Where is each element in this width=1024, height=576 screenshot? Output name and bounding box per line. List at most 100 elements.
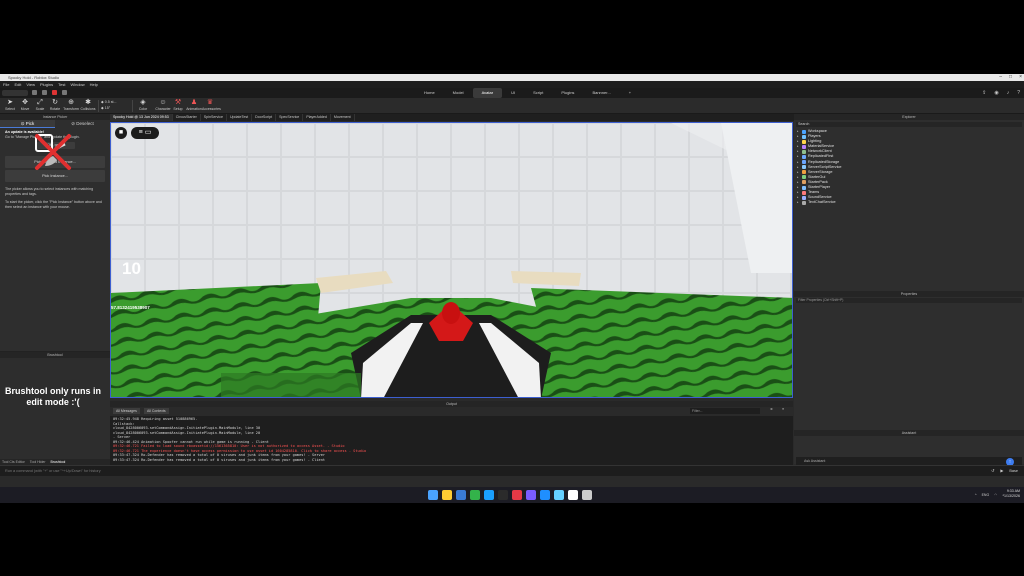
- undo-icon[interactable]: [32, 90, 37, 95]
- help-icon[interactable]: ?: [1017, 88, 1020, 98]
- move-tool[interactable]: ✥ Move: [17, 99, 33, 111]
- collisions-tool[interactable]: ✱ Collisions: [80, 99, 96, 111]
- taskbar-app-icon[interactable]: [568, 490, 578, 500]
- service-icon: [802, 160, 806, 165]
- doc-tab[interactable]: CircusStarter: [173, 114, 201, 121]
- select-tool[interactable]: ➤ Select: [2, 99, 18, 111]
- clear-output-icon[interactable]: ⨯: [770, 407, 773, 411]
- doc-tab[interactable]: Movement: [331, 114, 355, 121]
- accessories-tool[interactable]: ♛ Accessories: [202, 99, 221, 111]
- contexts-filter-dropdown[interactable]: All Contexts: [144, 408, 169, 414]
- messages-filter-dropdown[interactable]: All Messages: [113, 408, 140, 414]
- menu-test[interactable]: Test: [58, 81, 65, 88]
- explorer-header: Explorer: [794, 114, 1024, 120]
- clock[interactable]: 9:33 AM 1/13/2026: [1004, 489, 1020, 499]
- taskbar-app-icon[interactable]: [582, 490, 592, 500]
- tab-script[interactable]: Script: [524, 88, 552, 98]
- output-log[interactable]: 09:32:45.948 Requiring asset 510886965. …: [110, 416, 793, 466]
- hamburger-chat-controls[interactable]: ≡ ▭: [131, 127, 159, 139]
- roblox-menu-icon[interactable]: ■: [115, 127, 127, 139]
- service-icon: [802, 180, 806, 185]
- chat-icon[interactable]: ▭: [145, 129, 152, 136]
- menu-edit[interactable]: Edit: [14, 81, 21, 88]
- run-icon[interactable]: ▶: [1000, 466, 1003, 477]
- chevron-up-icon[interactable]: ^: [975, 490, 977, 500]
- minimize-icon[interactable]: –: [999, 74, 1002, 81]
- tab-plugins[interactable]: Plugins: [552, 88, 583, 98]
- service-icon: [802, 134, 806, 139]
- menu-file[interactable]: File: [3, 81, 9, 88]
- doc-tab[interactable]: UpdateTest: [227, 114, 253, 121]
- language-indicator[interactable]: ENG: [982, 490, 990, 500]
- play-icon[interactable]: [62, 90, 67, 95]
- game-viewport[interactable]: ■ ≡ ▭ 10 57.8132419538907: [110, 122, 793, 398]
- command-input[interactable]: Run a command (with "+" or use "^+Up/Dow…: [5, 469, 101, 473]
- service-icon: [802, 175, 806, 180]
- menu-icon[interactable]: ≡: [139, 129, 143, 136]
- explorer-search-input[interactable]: Search: [796, 122, 1022, 127]
- animation-tool[interactable]: ♟ Animation: [186, 99, 202, 111]
- service-icon: [802, 195, 806, 200]
- doc-tab[interactable]: PlayerAdded: [303, 114, 331, 121]
- properties-filter-input[interactable]: Filter Properties (Ctrl+Shift+P): [796, 298, 1022, 303]
- taskbar-app-icon[interactable]: [484, 490, 494, 500]
- right-panels: Explorer Search ▸ Workspace ▸ Players ▸ Light…: [794, 114, 1024, 466]
- menu-view[interactable]: View: [26, 81, 35, 88]
- rotate-tool[interactable]: ↻ Rotate: [47, 99, 63, 111]
- taskbar-app-icon[interactable]: [512, 490, 522, 500]
- collab-icon[interactable]: ◉: [994, 88, 998, 98]
- doc-tab[interactable]: SpinService: [201, 114, 227, 121]
- expand-arrow-icon[interactable]: ▸: [797, 200, 800, 205]
- close-icon[interactable]: ×: [1019, 74, 1022, 81]
- history-icon[interactable]: ↺: [991, 466, 994, 477]
- tab-avatar[interactable]: Avatar: [472, 88, 503, 98]
- rotate-icon: ↻: [52, 99, 58, 106]
- taskbar-app-icon[interactable]: [442, 490, 452, 500]
- redo-icon[interactable]: [42, 90, 47, 95]
- tab-banner[interactable]: Bannner...: [583, 88, 619, 98]
- bell-icon[interactable]: ♪: [1007, 88, 1010, 98]
- color-tool[interactable]: ◈ Color: [135, 99, 151, 111]
- mode-dropdown[interactable]: Base: [1009, 466, 1018, 477]
- service-icon: [802, 139, 806, 144]
- menu-help[interactable]: Help: [90, 81, 98, 88]
- doc-tab[interactable]: DoorScript: [252, 114, 277, 121]
- pick-tab[interactable]: ⊙ Pick: [0, 120, 55, 128]
- maximize-icon[interactable]: □: [1009, 74, 1012, 81]
- output-filter-input[interactable]: Filter...: [690, 408, 760, 414]
- stop-icon[interactable]: [52, 90, 57, 95]
- output-settings-icon[interactable]: ≡: [782, 407, 784, 411]
- tab-home[interactable]: Home: [415, 88, 444, 98]
- transform-tool[interactable]: ⊕ Transform: [63, 99, 79, 111]
- animation-label: Animation: [186, 107, 202, 111]
- menu-window[interactable]: Window: [70, 81, 84, 88]
- deselect-tab-label: Deselect: [76, 121, 94, 126]
- doc-tab[interactable]: SpecService: [276, 114, 304, 121]
- taskbar-app-icon[interactable]: [456, 490, 466, 500]
- transform-icon: ⊕: [68, 99, 74, 106]
- deselect-tab[interactable]: ⊘ Deselect: [55, 120, 110, 128]
- wifi-icon[interactable]: ◠: [994, 490, 997, 500]
- document-tabs: Spooky Hold @ 13 Jun 2024 09:53 CircusSt…: [110, 114, 794, 121]
- tab-ui[interactable]: UI: [502, 88, 524, 98]
- share-icon[interactable]: ⇪: [982, 88, 986, 98]
- service-icon: [802, 185, 806, 190]
- taskbar-app-icon[interactable]: [540, 490, 550, 500]
- menu-plugins[interactable]: Plugins: [40, 81, 53, 88]
- workspace-selector[interactable]: [2, 90, 28, 96]
- windows-taskbar: ^ ENG ◠ ◃ 9:33 AM 1/13/2026: [0, 487, 1024, 503]
- taskbar-app-icon[interactable]: [470, 490, 480, 500]
- scale-tool[interactable]: ⤢ Scale: [32, 99, 48, 111]
- explorer-item[interactable]: ▸ TextChatService: [797, 200, 1024, 205]
- setup-tool[interactable]: ⚒ Setup: [170, 99, 186, 111]
- step-settings[interactable]: ◆ 0.5 st... ◆ 15°: [101, 99, 117, 111]
- taskbar-app-icon[interactable]: [498, 490, 508, 500]
- add-tab-button[interactable]: +: [620, 88, 640, 98]
- taskbar-app-icon[interactable]: [554, 490, 564, 500]
- command-bar[interactable]: Run a command (with "+" or use "^+Up/Dow…: [0, 465, 1024, 476]
- taskbar-app-icon[interactable]: [428, 490, 438, 500]
- tab-model[interactable]: Model: [444, 88, 473, 98]
- character-tool[interactable]: ☺ Character: [155, 99, 171, 111]
- taskbar-app-icon[interactable]: [526, 490, 536, 500]
- doc-tab[interactable]: Spooky Hold @ 13 Jun 2024 09:53: [110, 114, 173, 121]
